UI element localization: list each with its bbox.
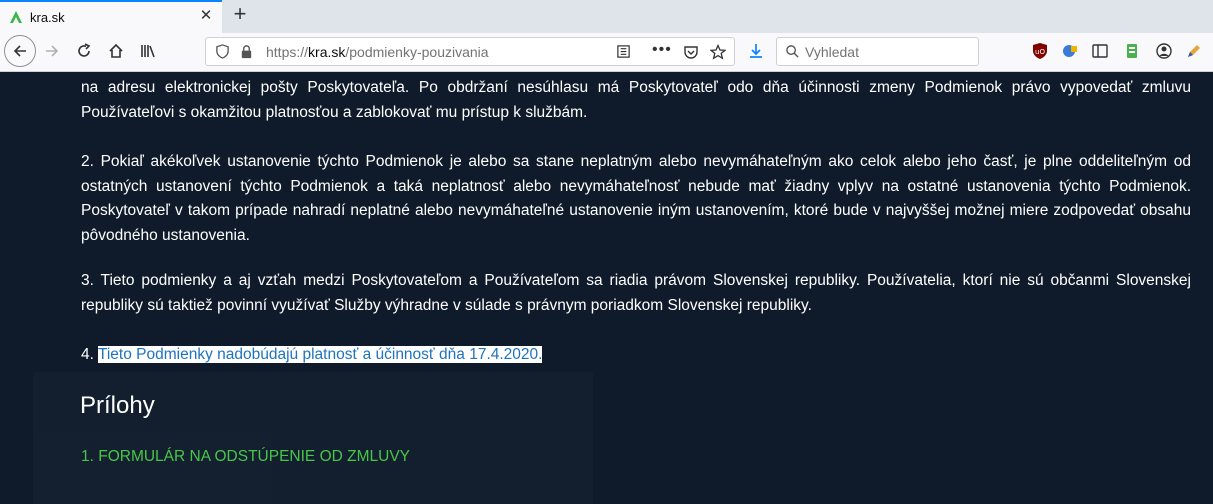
library-button[interactable]	[133, 36, 163, 66]
downloads-button[interactable]	[741, 36, 771, 66]
back-button[interactable]	[4, 35, 36, 67]
extension-globe-button[interactable]	[1055, 36, 1085, 66]
tab-title: kra.sk	[30, 10, 65, 25]
ublock-button[interactable]: uO	[1025, 36, 1055, 66]
extension-pen-icon	[1188, 45, 1200, 57]
search-input[interactable]: Vyhledat	[805, 44, 859, 60]
reload-button[interactable]	[69, 36, 99, 66]
download-icon	[750, 44, 762, 58]
paragraph-4-number: 4.	[81, 346, 94, 363]
lock-icon[interactable]	[239, 44, 254, 59]
background-panel-inner	[33, 432, 273, 504]
page-actions-icon[interactable]: •••	[652, 41, 672, 59]
page-content: na adresu elektronickej pošty Poskytovat…	[0, 72, 1213, 504]
paragraph-3: 3. Tieto podmienky a aj vzťah medzi Posk…	[81, 272, 1191, 314]
paragraph-2: 2. Pokiaľ akékoľvek ustanovenie týchto P…	[81, 153, 1191, 244]
pocket-icon[interactable]	[683, 44, 699, 60]
tab-bar: kra.sk ✕ +	[0, 0, 1213, 33]
url-text[interactable]: https://kra.sk/podmienky-pouzivania	[266, 44, 489, 60]
effective-date-link[interactable]: Tieto Podmienky nadobúdajú platnosť a úč…	[97, 346, 543, 363]
bookmark-star-icon[interactable]	[710, 44, 726, 60]
home-button[interactable]	[101, 36, 131, 66]
new-tab-button[interactable]: +	[230, 3, 250, 27]
extension-clipboard-button[interactable]	[1117, 36, 1147, 66]
shield-icon[interactable]	[215, 44, 230, 59]
ublock-icon: uO	[1033, 43, 1047, 59]
account-button[interactable]	[1149, 36, 1179, 66]
account-icon	[1156, 43, 1172, 59]
close-tab-icon[interactable]: ✕	[197, 7, 215, 25]
extension-clipboard-icon	[1127, 44, 1137, 58]
sidebar-icon	[1092, 44, 1108, 58]
url-bar[interactable]: https://kra.sk/podmienky-pouzivania •••	[205, 37, 735, 66]
search-bar[interactable]: Vyhledat	[776, 37, 979, 66]
reload-icon	[78, 43, 91, 57]
tab-kra[interactable]: kra.sk ✕	[0, 0, 222, 33]
svg-text:uO: uO	[1035, 48, 1045, 56]
forward-button[interactable]	[37, 36, 67, 66]
extension-pen-button[interactable]	[1179, 36, 1209, 66]
paragraph-4: 4. Tieto Podmienky nadobúdajú platnosť a…	[81, 343, 1191, 368]
nav-toolbar: https://kra.sk/podmienky-pouzivania ••• …	[0, 33, 1213, 72]
withdrawal-form-link[interactable]: 1. FORMULÁR NA ODSTÚPENIE OD ZMLUVY	[81, 448, 410, 466]
attachments-heading: Prílohy	[80, 392, 155, 419]
forward-arrow-icon	[46, 45, 59, 57]
extension-globe-icon	[1063, 45, 1077, 57]
reader-view-icon[interactable]	[616, 44, 631, 59]
library-icon	[141, 45, 155, 58]
home-icon	[109, 43, 123, 58]
sidebar-button[interactable]	[1085, 36, 1115, 66]
back-arrow-icon	[13, 45, 26, 57]
kra-logo-icon	[10, 11, 22, 23]
paragraph-1-tail: na adresu elektronickej pošty Poskytovat…	[81, 79, 1191, 121]
search-icon	[786, 45, 799, 58]
